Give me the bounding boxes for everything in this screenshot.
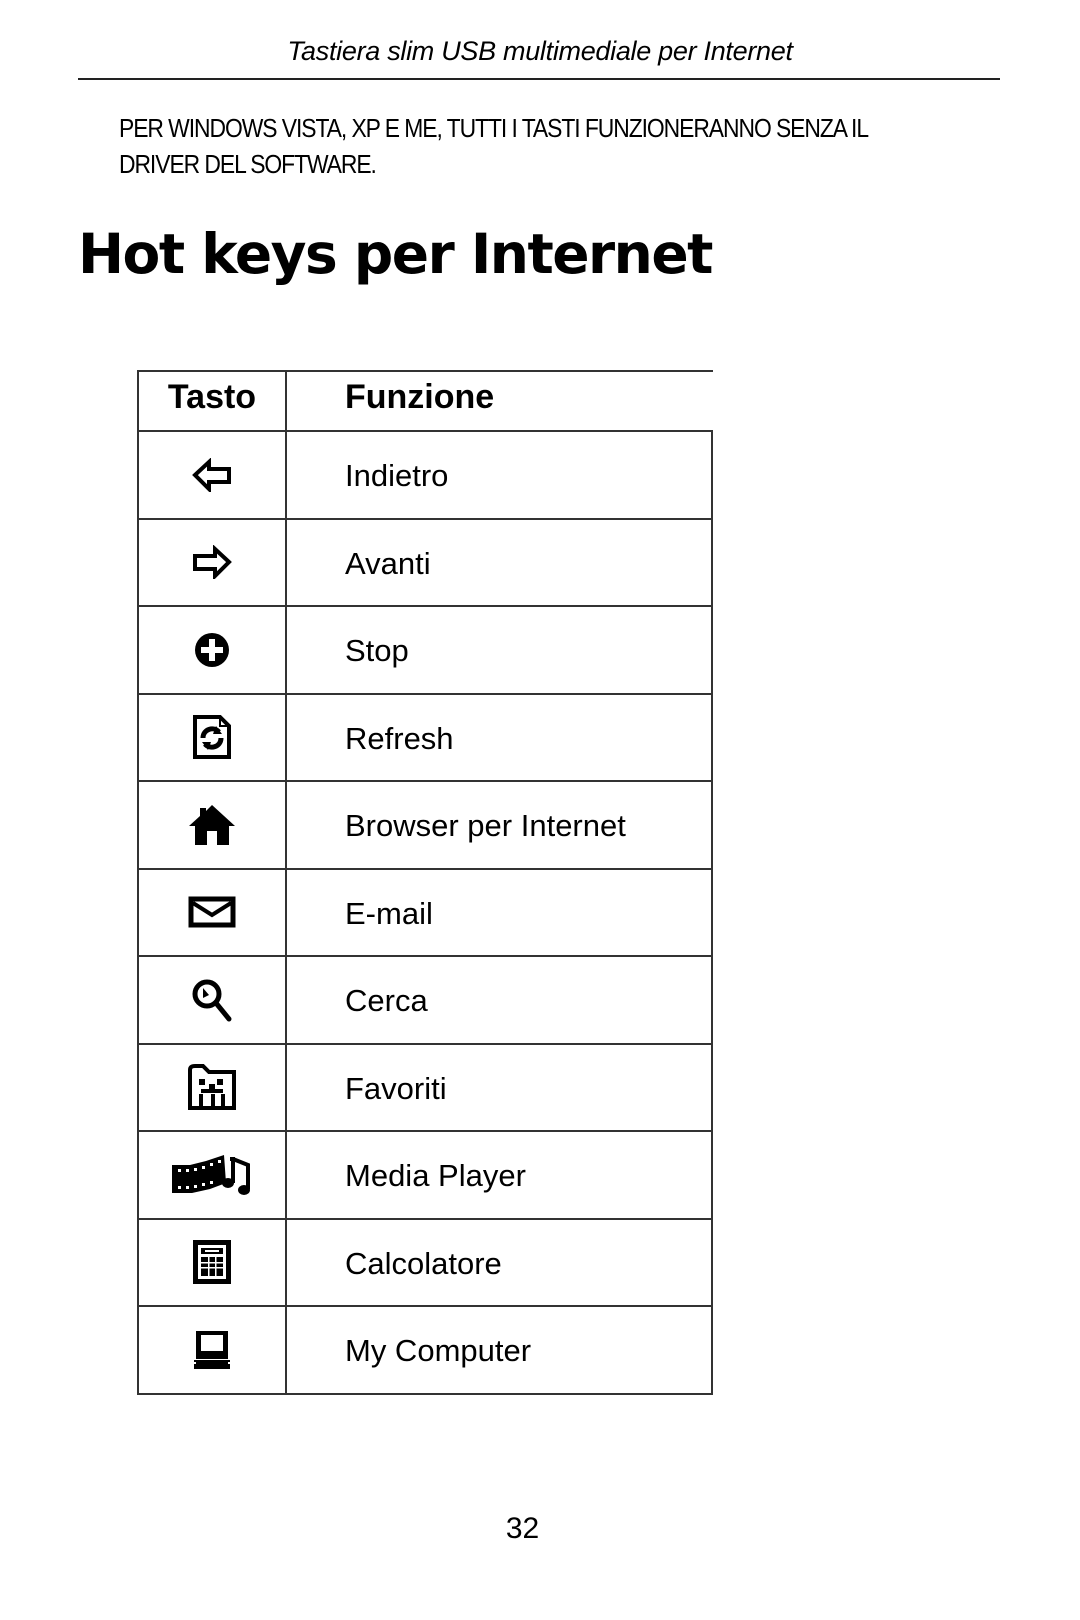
table-row: E-mail (137, 867, 713, 957)
table-row: Indietro (137, 430, 713, 520)
search-icon (191, 978, 233, 1022)
key-cell (137, 517, 287, 607)
header-rule (78, 78, 1000, 80)
table-row: Calcolatore (137, 1217, 713, 1307)
notice-line-2: DRIVER DEL SOFTWARE. (119, 149, 377, 179)
function-cell: Cerca (285, 955, 713, 1045)
key-cell (137, 1042, 287, 1132)
table-row: Cerca (137, 955, 713, 1045)
stop-icon (194, 632, 230, 668)
back-arrow-icon (192, 457, 232, 492)
column-header-key: Tasto (137, 371, 287, 432)
favorites-folder-icon (187, 1064, 237, 1111)
page-number: 32 (505, 1512, 540, 1545)
function-cell: Media Player (285, 1130, 713, 1220)
function-cell: Favoriti (285, 1042, 713, 1132)
function-cell: E-mail (285, 867, 713, 957)
notice-line-1: PER WINDOWS VISTA, XP E ME, TUTTI I TAST… (119, 113, 869, 143)
key-cell (137, 1130, 287, 1220)
notice-text: PER WINDOWS VISTA, XP E ME, TUTTI I TAST… (119, 110, 999, 182)
column-header-function: Funzione (285, 370, 712, 432)
key-cell (137, 780, 287, 870)
table-header-row: Tasto Funzione (137, 370, 712, 432)
table-row: Stop (137, 605, 713, 695)
home-icon (188, 804, 236, 846)
function-cell: Indietro (285, 430, 713, 520)
key-cell (137, 1305, 287, 1395)
function-cell: Stop (285, 605, 713, 695)
function-cell: Calcolatore (285, 1217, 713, 1307)
key-cell (137, 605, 287, 695)
forward-arrow-icon (192, 545, 232, 580)
key-cell (137, 955, 287, 1045)
hotkeys-table: Tasto Funzione Indietro Avanti Stop Refr… (137, 370, 713, 1395)
section-title: Hot keys per Internet (78, 222, 713, 286)
running-header: Tastiera slim USB multimediale per Inter… (287, 36, 793, 66)
key-cell (137, 867, 287, 957)
refresh-icon (192, 714, 232, 760)
function-cell: Refresh (285, 692, 713, 782)
key-cell (137, 1217, 287, 1307)
media-player-icon (170, 1153, 254, 1197)
calculator-icon (192, 1239, 232, 1285)
table-row: Favoriti (137, 1042, 713, 1132)
function-cell: Browser per Internet (285, 780, 713, 870)
function-cell: My Computer (285, 1305, 713, 1395)
envelope-icon (188, 896, 236, 928)
computer-icon (193, 1330, 231, 1370)
table-row: Browser per Internet (137, 780, 713, 870)
table-row: My Computer (137, 1305, 713, 1395)
key-cell (137, 692, 287, 782)
key-cell (137, 430, 287, 520)
table-row: Media Player (137, 1130, 713, 1220)
table-row: Avanti (137, 517, 713, 607)
table-row: Refresh (137, 692, 713, 782)
function-cell: Avanti (285, 517, 713, 607)
